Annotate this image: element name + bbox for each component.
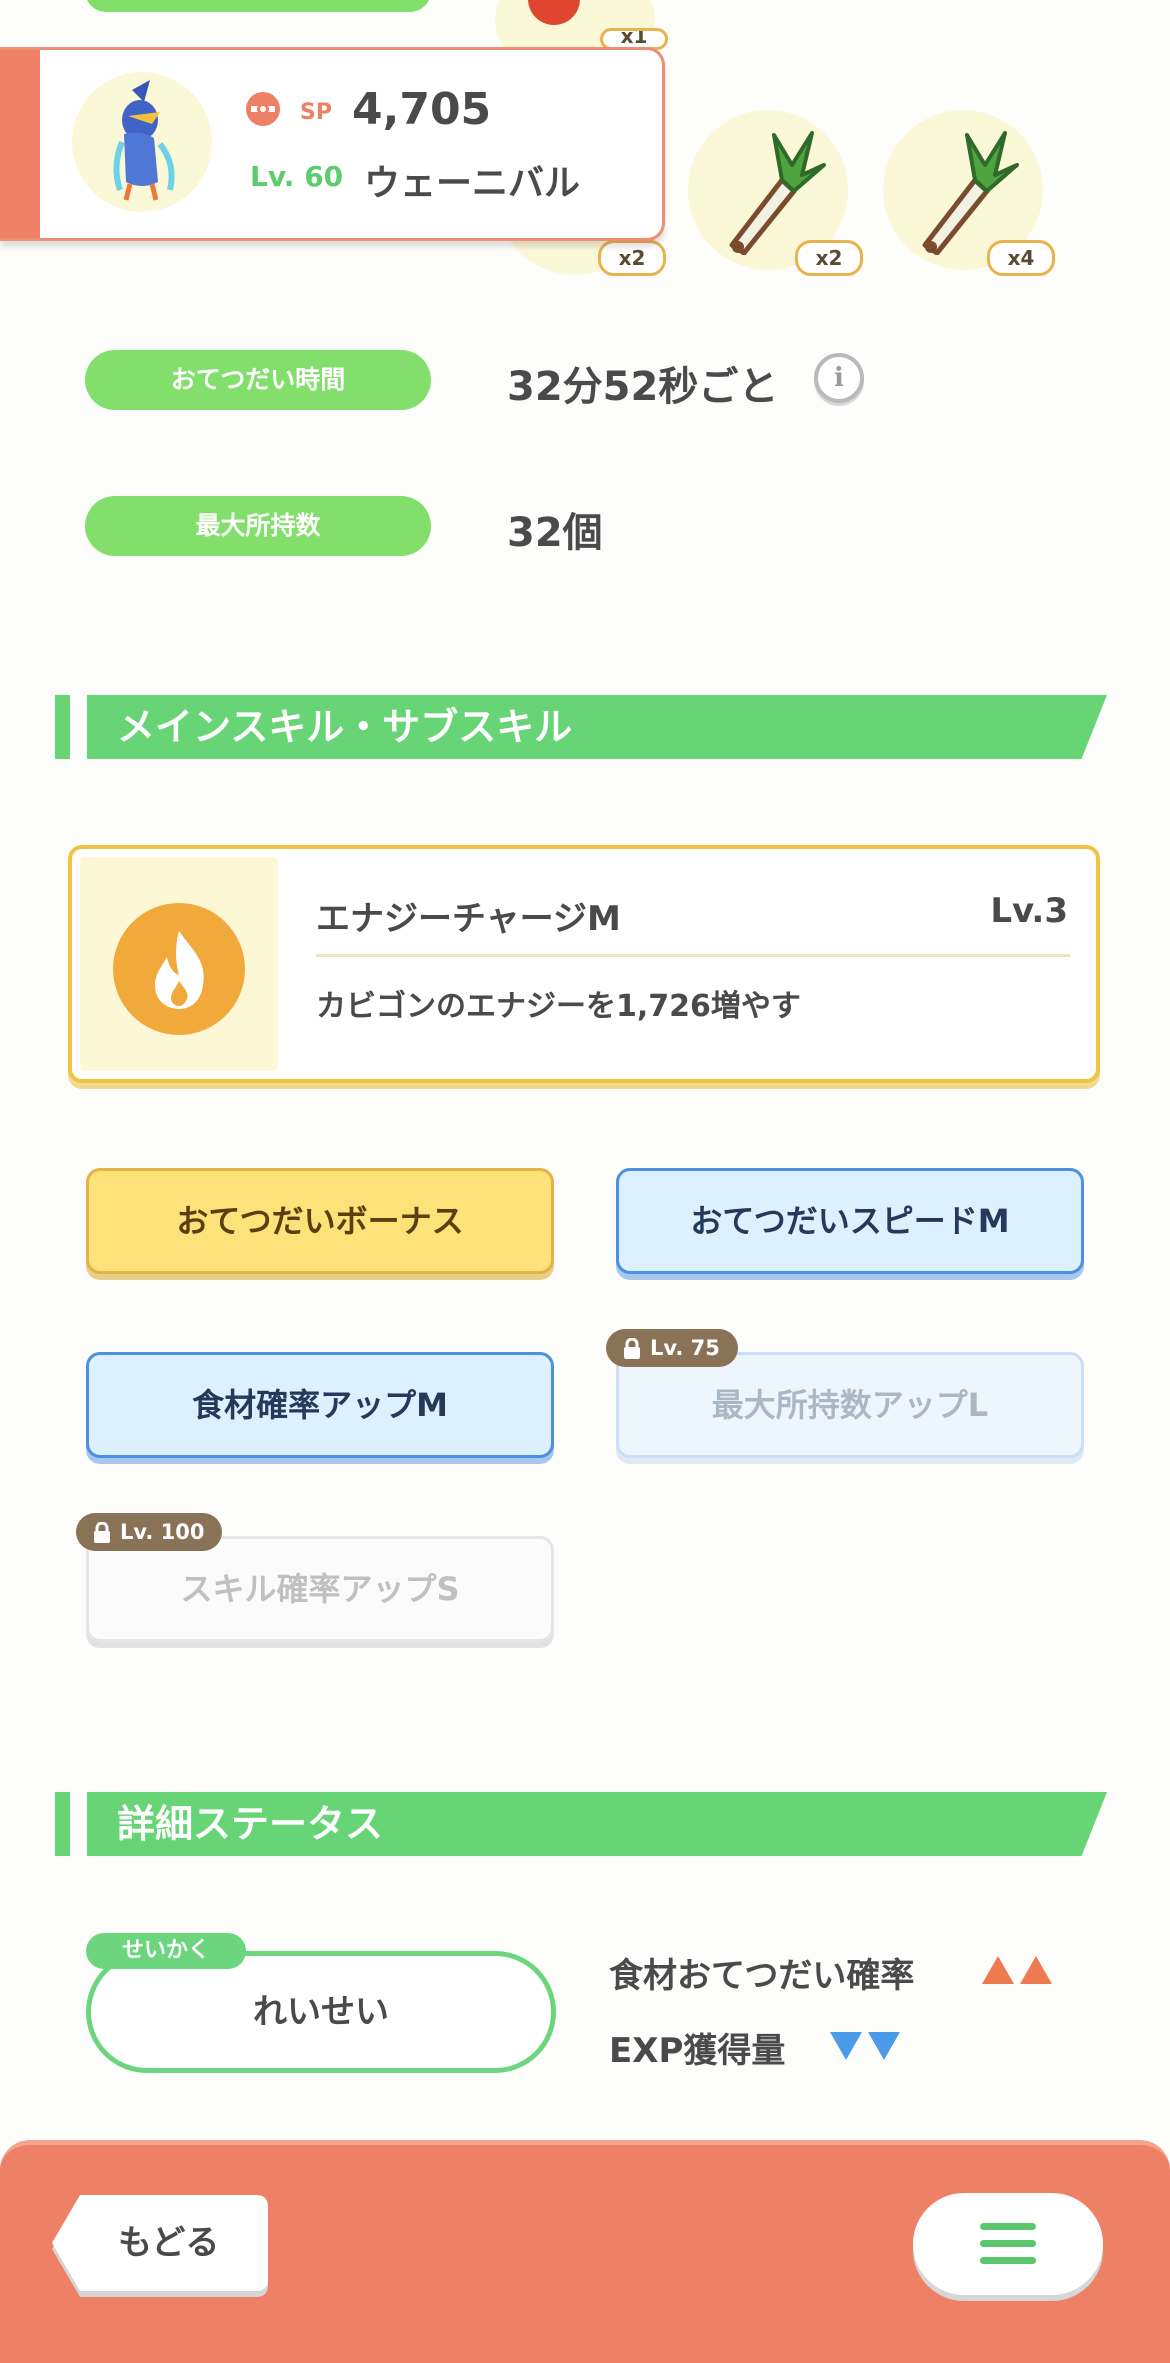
section-title: 詳細ステータス: [117, 1802, 384, 1846]
back-button[interactable]: もどる: [50, 2193, 270, 2297]
subskill-button[interactable]: 食材確率アップM: [86, 1352, 554, 1458]
lock-icon: [624, 1338, 640, 1359]
menu-button[interactable]: [913, 2193, 1103, 2295]
subskill-button-locked[interactable]: 最大所持数アップL: [616, 1352, 1084, 1458]
help-time-value: 32分52秒ごと: [507, 364, 779, 410]
sp-value: 4,705: [352, 84, 492, 135]
lock-icon: [94, 1522, 110, 1543]
down-arrows-icon: [828, 2030, 904, 2066]
pokemon-avatar: [72, 72, 212, 212]
subskill-button[interactable]: おてつだいボーナス: [86, 1168, 554, 1274]
details-section-header: 詳細ステータス: [55, 1792, 1107, 1856]
section-title: メインスキル・サブスキル: [117, 705, 573, 749]
section-header-bar: [55, 1792, 70, 1856]
leek-icon: [712, 125, 832, 259]
max-carry-value: 32個: [507, 510, 603, 556]
pokemon-name: ウェーニバル: [364, 163, 581, 204]
scrolled-pill-fragment: [85, 0, 431, 12]
hamburger-icon: [980, 2223, 1036, 2265]
ingredient-qty-badge: x4: [987, 240, 1055, 276]
up-arrows-icon: [980, 1954, 1056, 1990]
info-icon[interactable]: i: [814, 353, 864, 403]
sp-icon: [246, 92, 280, 126]
subskill-button-locked[interactable]: スキル確率アップS: [86, 1536, 554, 1642]
nature-value: れいせい: [253, 1992, 389, 2032]
fire-icon: [113, 903, 245, 1035]
subskill-button[interactable]: おてつだいスピードM: [616, 1168, 1084, 1274]
main-skill-name: エナジーチャージM: [316, 899, 621, 939]
skill-divider: [316, 954, 1070, 957]
ingredient-qty-badge: x2: [795, 240, 863, 276]
main-skill-level: Lv.3: [990, 891, 1068, 931]
nature-up-stat: 食材おてつだい確率: [609, 1956, 915, 1996]
lock-level-text: Lv. 75: [650, 1336, 720, 1360]
skill-icon-panel: [80, 857, 278, 1071]
nature-down-stat: EXP獲得量: [609, 2031, 786, 2071]
lock-level-tag: Lv. 75: [606, 1329, 738, 1367]
section-header-bar: [55, 695, 70, 759]
pokemon-level: Lv. 60: [250, 160, 344, 193]
leek-icon: [905, 125, 1025, 259]
main-skill-description: カビゴンのエナジーを1,726増やす: [316, 989, 801, 1024]
card-accent-strip: [0, 50, 40, 238]
nature-box[interactable]: れいせい: [86, 1951, 556, 2073]
sp-label: SP: [300, 100, 332, 125]
main-skill-card[interactable]: エナジーチャージM Lv.3 カビゴンのエナジーを1,726増やす: [68, 845, 1100, 1083]
max-carry-label: 最大所持数: [85, 496, 431, 556]
skills-section-header: メインスキル・サブスキル: [55, 695, 1107, 759]
help-time-label: おてつだい時間: [85, 350, 431, 410]
lock-level-tag: Lv. 100: [76, 1513, 223, 1551]
ingredient-qty-badge: x2: [598, 240, 666, 276]
lock-level-text: Lv. 100: [120, 1520, 205, 1544]
back-button-label: もどる: [118, 2223, 220, 2263]
nature-tag: せいかく: [86, 1933, 246, 1969]
pokemon-card[interactable]: SP 4,705 Lv. 60 ウェーニバル: [0, 47, 665, 241]
